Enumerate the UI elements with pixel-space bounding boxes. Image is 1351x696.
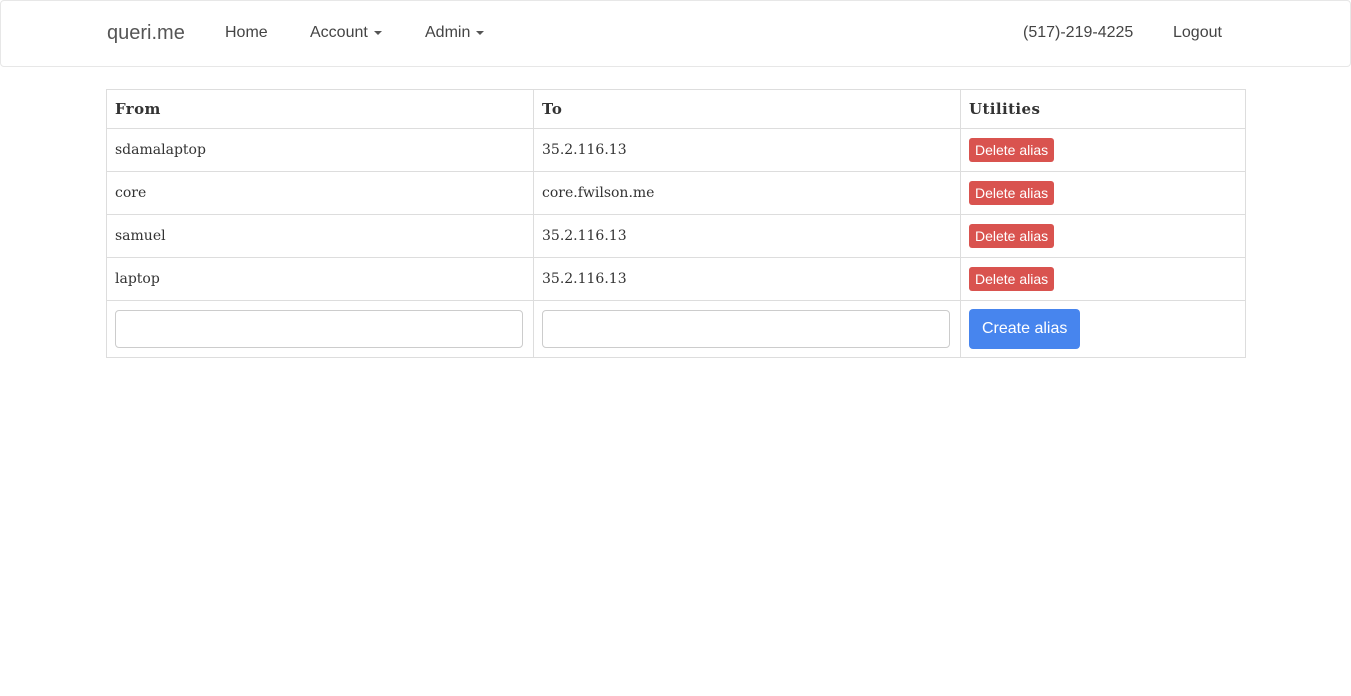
table-row: laptop 35.2.116.13 Delete alias [106, 257, 1246, 301]
delete-alias-button[interactable]: Delete alias [969, 181, 1055, 205]
nav-home-link[interactable]: Home [225, 23, 268, 43]
navbar: queri.me Home Account Admin (517)-219-42… [0, 0, 1351, 67]
navbar-container: queri.me Home Account Admin (517)-219-42… [107, 1, 1244, 66]
cell-utilities: Delete alias [960, 214, 1246, 258]
cell-utilities: Delete alias [960, 171, 1246, 215]
cell-to: 35.2.116.13 [533, 128, 961, 172]
cell-to: core.fwilson.me [533, 171, 961, 215]
cell-from: sdamalaptop [106, 128, 534, 172]
cell-from: core [106, 171, 534, 215]
cell-from-input [106, 300, 534, 358]
alias-from-input[interactable] [115, 310, 523, 348]
cell-utilities: Delete alias [960, 128, 1246, 172]
alias-to-input[interactable] [542, 310, 950, 348]
nav-admin-label: Admin [425, 24, 471, 41]
cell-from: laptop [106, 257, 534, 301]
table-row: samuel 35.2.116.13 Delete alias [106, 214, 1246, 258]
brand-link[interactable]: queri.me [107, 21, 185, 45]
delete-alias-button[interactable]: Delete alias [969, 224, 1055, 248]
header-to: To [533, 89, 961, 129]
nav-admin-dropdown[interactable]: Admin [425, 23, 485, 43]
nav-phone-link[interactable]: (517)-219-4225 [1023, 23, 1133, 43]
nav-logout-link[interactable]: Logout [1173, 23, 1222, 43]
table-row: sdamalaptop 35.2.116.13 Delete alias [106, 128, 1246, 172]
header-utilities: Utilities [960, 89, 1246, 129]
nav-account-dropdown[interactable]: Account [310, 23, 382, 43]
delete-alias-button[interactable]: Delete alias [969, 138, 1055, 162]
create-alias-button[interactable]: Create alias [969, 309, 1081, 349]
cell-from: samuel [106, 214, 534, 258]
nav-account-label: Account [310, 24, 368, 41]
header-from: From [106, 89, 534, 129]
cell-create: Create alias [960, 300, 1246, 358]
cell-to-input [533, 300, 961, 358]
delete-alias-button[interactable]: Delete alias [969, 267, 1055, 291]
table-header-row: From To Utilities [106, 89, 1246, 129]
aliases-table: From To Utilities sdamalaptop 35.2.116.1… [106, 89, 1246, 358]
caret-down-icon [373, 30, 382, 35]
table-row: core core.fwilson.me Delete alias [106, 171, 1246, 215]
cell-to: 35.2.116.13 [533, 257, 961, 301]
new-alias-row: Create alias [106, 300, 1246, 358]
caret-down-icon [476, 30, 485, 35]
cell-utilities: Delete alias [960, 257, 1246, 301]
cell-to: 35.2.116.13 [533, 214, 961, 258]
